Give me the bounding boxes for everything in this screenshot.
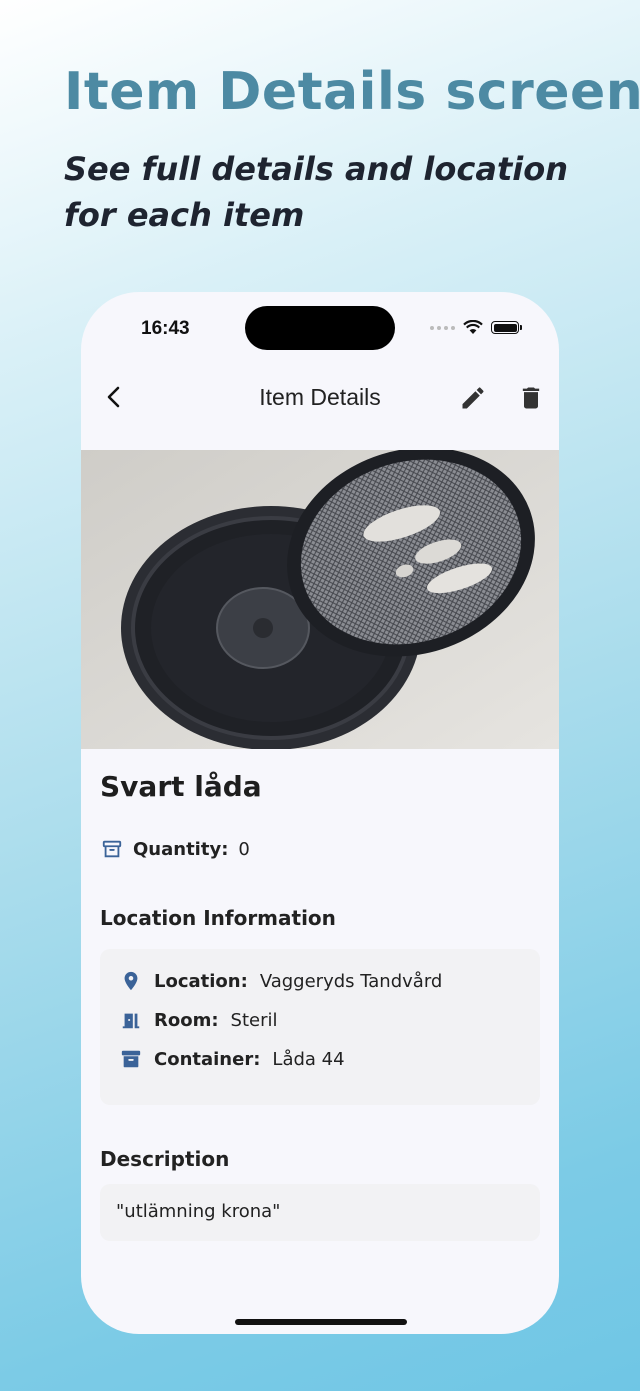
location-heading: Location Information: [100, 906, 336, 930]
archive-outline-icon: [102, 840, 122, 858]
wifi-icon: [463, 320, 483, 334]
trash-icon[interactable]: [517, 384, 545, 412]
page-title: Item Details: [259, 384, 381, 410]
status-time: 16:43: [141, 318, 190, 339]
quantity-label: Quantity:: [133, 838, 229, 860]
top-nav-bar: Item Details: [81, 372, 559, 424]
dynamic-island: [245, 306, 395, 350]
location-card: Location: Vaggeryds Tandvård Room: Steri…: [100, 949, 540, 1105]
item-name: Svart låda: [100, 770, 262, 803]
description-heading: Description: [100, 1147, 230, 1171]
container-label: Container:: [154, 1048, 261, 1070]
location-value: Vaggeryds Tandvård: [259, 970, 443, 992]
map-pin-icon: [124, 971, 138, 991]
home-indicator[interactable]: [235, 1319, 407, 1325]
room-value: Steril: [230, 1009, 278, 1031]
promo-subhead: See full details and location for each i…: [64, 150, 568, 234]
location-row: Location: Vaggeryds Tandvård: [120, 969, 442, 993]
description-card: "utlämning krona": [100, 1184, 540, 1241]
archive-box-icon: [121, 1050, 141, 1068]
battery-icon: [491, 321, 522, 334]
signal-icon: [430, 325, 455, 330]
quantity-value: 0: [238, 838, 250, 860]
phone-frame: 16:43 Item Details Svart låda Quantity: …: [81, 292, 559, 1334]
pencil-icon[interactable]: [459, 384, 487, 412]
container-value: Låda 44: [272, 1048, 345, 1070]
item-photo: [81, 450, 559, 749]
item-photo-image: [81, 450, 559, 749]
room-label: Room:: [154, 1009, 219, 1031]
description-text: "utlämning krona": [116, 1201, 281, 1222]
status-icons: [430, 320, 522, 335]
location-label: Location:: [154, 970, 248, 992]
container-row: Container: Låda 44: [120, 1047, 345, 1071]
quantity-row: Quantity: 0: [101, 838, 250, 860]
room-row: Room: Steril: [120, 1008, 278, 1032]
promo-headline: Item Details screen: [64, 62, 640, 122]
door-icon: [122, 1013, 140, 1029]
